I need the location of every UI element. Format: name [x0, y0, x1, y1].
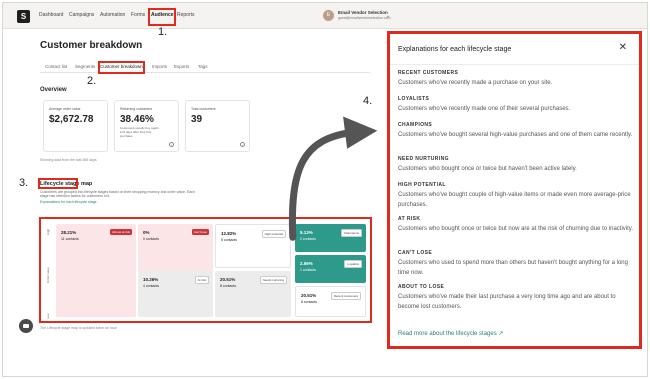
- tab-contact-list[interactable]: Contact list: [45, 64, 67, 69]
- entry-high-potential: HIGH POTENTIAL Customers who've bought c…: [398, 182, 633, 210]
- mailerlite-logo[interactable]: S: [17, 10, 30, 23]
- drawer-title: Explanations for each lifecycle stage: [398, 46, 512, 53]
- highlight-lifecycle-map: [39, 217, 372, 323]
- card-returning-customers: Returning customers 38.46% Customers usu…: [114, 100, 179, 152]
- entry-heading: RECENT CUSTOMERS: [398, 70, 459, 76]
- nav-campaigns[interactable]: Campaigns: [69, 12, 94, 18]
- tab-bar: Contact list Segments Customer breakdown…: [40, 60, 370, 73]
- nav-reports[interactable]: Reports: [177, 12, 195, 18]
- entry-description: Customers who used to spend more than ot…: [398, 260, 628, 276]
- tab-imports[interactable]: Imports: [152, 64, 167, 69]
- lifecycle-explanations-drawer: Explanations for each lifecycle stage ✕ …: [387, 31, 642, 349]
- nav-dashboard[interactable]: Dashboard: [39, 12, 63, 18]
- entry-description: Customers who've bought several high-val…: [398, 132, 633, 138]
- info-icon[interactable]: i: [240, 142, 245, 147]
- entry-loyalists: LOYALISTS Customers who've recently made…: [398, 96, 633, 115]
- entry-heading: CHAMPIONS: [398, 122, 433, 128]
- map-footnote: The Lifecycle stage map is updated twice…: [40, 326, 117, 330]
- card-average-order-value: Average order value $2,672.78: [43, 100, 108, 152]
- annotation-1: 1.: [158, 26, 168, 38]
- chevron-down-icon[interactable]: ⌄: [386, 13, 390, 19]
- user-name: Email Vendor Selection: [338, 10, 388, 15]
- entry-cant-lose: CAN'T LOSE Customers who used to spend m…: [398, 250, 633, 278]
- tab-tags[interactable]: Tags: [198, 64, 208, 69]
- card-label: Total customers: [191, 107, 216, 111]
- overview-title: Overview: [40, 87, 67, 93]
- data-range-note: Showing data from the last 365 days: [40, 158, 97, 162]
- entry-heading: LOYALISTS: [398, 96, 430, 102]
- card-value: 39: [191, 114, 203, 125]
- highlight-audience: [148, 8, 176, 26]
- entry-at-risk: AT RISK Customers who bought once or twi…: [398, 216, 633, 235]
- lifecycle-explanations-link[interactable]: Explanations for each lifecycle stage: [40, 200, 97, 204]
- read-more-link[interactable]: Read more about the lifecycle stages ↗: [398, 330, 503, 337]
- annotation-2: 2.: [87, 75, 97, 87]
- user-email: guest@emailvendorselection.com: [338, 16, 391, 20]
- user-avatar[interactable]: E: [323, 10, 334, 21]
- card-value: $2,672.78: [49, 114, 94, 125]
- annotation-4: 4.: [363, 95, 373, 107]
- lifecycle-map-description: Customers are grouped into lifecycle sta…: [40, 190, 195, 199]
- entry-heading: ABOUT TO LOSE: [398, 284, 445, 290]
- top-nav: S Dashboard Campaigns Automation Forms A…: [3, 3, 647, 29]
- divider: [390, 64, 639, 65]
- card-label: Returning customers: [120, 107, 153, 111]
- card-label: Average order value: [49, 107, 81, 111]
- entry-description: Customers who've made their last purchas…: [398, 294, 616, 310]
- chat-icon[interactable]: [19, 319, 33, 333]
- tab-segments[interactable]: Segments: [75, 64, 95, 69]
- app-window: S Dashboard Campaigns Automation Forms A…: [2, 2, 648, 377]
- info-icon[interactable]: i: [169, 142, 174, 147]
- entry-heading: HIGH POTENTIAL: [398, 182, 446, 188]
- highlight-lifecycle-title: [38, 178, 78, 189]
- page-title: Customer breakdown: [40, 40, 143, 51]
- entry-recent-customers: RECENT CUSTOMERS Customers who've recent…: [398, 70, 633, 89]
- entry-heading: AT RISK: [398, 216, 421, 222]
- entry-description: Customers who've recently made a purchas…: [398, 80, 553, 86]
- entry-description: Customers who've bought couple of high-v…: [398, 192, 631, 208]
- close-icon[interactable]: ✕: [619, 42, 627, 53]
- tab-exports[interactable]: Exports: [174, 64, 189, 69]
- nav-automation[interactable]: Automation: [100, 12, 125, 18]
- annotation-3: 3.: [19, 177, 29, 189]
- entry-description: Customers who bought once or twice but h…: [398, 166, 577, 172]
- entry-description: Customers who bought once or twice but n…: [398, 226, 634, 232]
- entry-about-to-lose: ABOUT TO LOSE Customers who've made thei…: [398, 284, 633, 312]
- entry-heading: CAN'T LOSE: [398, 250, 433, 256]
- highlight-customer-breakdown-tab: [98, 61, 145, 74]
- entry-need-nurturing: NEED NURTURING Customers who bought once…: [398, 156, 633, 175]
- card-subtext: Customers usually buy again 103 days aft…: [120, 126, 159, 138]
- card-total-customers: Total customers 39 i: [185, 100, 250, 152]
- entry-champions: CHAMPIONS Customers who've bought severa…: [398, 122, 633, 141]
- entry-description: Customers who've recently made one of th…: [398, 106, 571, 112]
- nav-forms[interactable]: Forms: [131, 12, 145, 18]
- entry-heading: NEED NURTURING: [398, 156, 449, 162]
- card-value: 38.46%: [120, 114, 154, 125]
